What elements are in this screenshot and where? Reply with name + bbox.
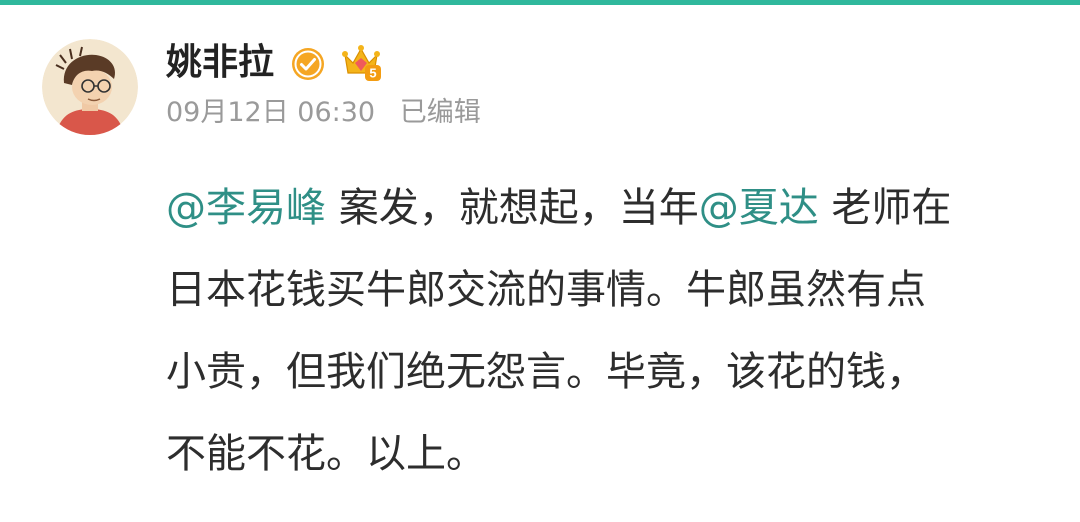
mention-link[interactable]: @夏达 [699,185,819,231]
content-line-1: @李易峰 案发，就想起，当年@夏达 老师在 [166,167,1046,249]
author-avatar[interactable] [42,39,138,135]
vip-crown-icon[interactable]: 5 [339,41,383,85]
content-text: 案发，就想起，当年 [326,185,699,231]
content-line-4: 不能不花。以上。 [166,431,486,477]
edited-label[interactable]: 已编辑 [400,97,481,128]
post-meta: 09月12日 06:30 已编辑 [166,93,481,133]
author-name[interactable]: 姚非拉 [166,39,274,87]
post-timestamp: 09月12日 06:30 [166,97,376,128]
content-line-3: 小贵，但我们绝无怨言。毕竟，该花的钱， [166,349,926,395]
cartoon-portrait-avatar-icon [42,39,138,135]
content-text: 老师在 [818,185,952,231]
mention-link[interactable]: @李易峰 [166,185,326,231]
weibo-post-card[interactable]: 姚非拉 5 09月12日 06:30 已编辑 @李易峰 案发，就想起，当年@夏达… [0,5,1080,522]
post-content: @李易峰 案发，就想起，当年@夏达 老师在 日本花钱买牛郎交流的事情。牛郎虽然有… [166,167,1046,495]
verified-badge-icon [291,47,325,81]
content-line-2: 日本花钱买牛郎交流的事情。牛郎虽然有点 [166,267,926,313]
vip-level-label: 5 [369,66,376,81]
